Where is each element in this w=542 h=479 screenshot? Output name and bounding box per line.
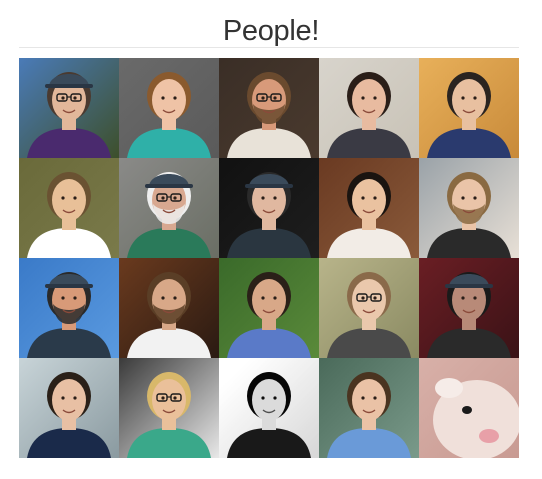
people-grid <box>19 58 519 458</box>
person-eye <box>61 396 65 400</box>
person-eye <box>161 396 165 400</box>
person-eye <box>473 196 477 200</box>
person-eye <box>61 296 65 300</box>
person-eye <box>273 96 277 100</box>
person-eye <box>461 96 465 100</box>
person-eye <box>161 96 165 100</box>
person-face <box>152 79 186 121</box>
person-portrait <box>219 158 319 258</box>
person-photo[interactable] <box>219 158 319 258</box>
animal-eye <box>462 406 472 414</box>
hat-brim <box>245 184 293 188</box>
person-portrait <box>119 258 219 358</box>
person-portrait <box>19 158 119 258</box>
person-eye <box>373 296 377 300</box>
person-photo[interactable] <box>19 258 119 358</box>
person-portrait <box>119 158 219 258</box>
person-eye <box>173 196 177 200</box>
person-photo[interactable] <box>419 58 519 158</box>
animal-nose <box>479 429 499 443</box>
person-eye <box>73 296 77 300</box>
hat-brim <box>45 84 93 88</box>
person-photo[interactable] <box>319 58 419 158</box>
person-photo[interactable] <box>419 158 519 258</box>
person-eye <box>173 96 177 100</box>
person-photo[interactable] <box>219 58 319 158</box>
person-photo[interactable] <box>19 58 119 158</box>
person-eye <box>361 296 365 300</box>
hat-brim <box>145 184 193 188</box>
page-title: People! <box>222 15 320 47</box>
person-eye <box>73 196 77 200</box>
person-eye <box>261 96 265 100</box>
person-photo[interactable] <box>119 358 219 458</box>
person-portrait <box>319 158 419 258</box>
person-eye <box>361 396 365 400</box>
person-eye <box>173 296 177 300</box>
person-portrait <box>119 358 219 458</box>
person-portrait <box>119 58 219 158</box>
person-eye <box>473 296 477 300</box>
person-portrait <box>19 358 119 458</box>
person-face <box>352 179 386 221</box>
person-face <box>52 379 86 421</box>
person-eye <box>161 196 165 200</box>
person-eye <box>273 296 277 300</box>
person-face <box>252 379 286 421</box>
person-face <box>452 79 486 121</box>
person-eye <box>273 196 277 200</box>
person-eye <box>373 96 377 100</box>
person-photo[interactable] <box>219 358 319 458</box>
person-portrait <box>419 58 519 158</box>
person-eye <box>73 96 77 100</box>
person-photo[interactable] <box>419 358 519 458</box>
person-eye <box>461 296 465 300</box>
person-eye <box>461 196 465 200</box>
person-portrait <box>419 258 519 358</box>
person-photo[interactable] <box>319 258 419 358</box>
person-face <box>352 379 386 421</box>
hat-brim <box>45 284 93 288</box>
person-photo[interactable] <box>219 258 319 358</box>
person-face <box>52 179 86 221</box>
person-photo[interactable] <box>319 358 419 458</box>
person-eye <box>173 396 177 400</box>
person-portrait <box>19 58 119 158</box>
person-portrait <box>219 358 319 458</box>
person-eye <box>373 196 377 200</box>
person-eye <box>73 396 77 400</box>
person-portrait <box>319 58 419 158</box>
person-face <box>352 79 386 121</box>
person-eye <box>361 196 365 200</box>
person-face <box>252 279 286 321</box>
animal-ear <box>435 378 463 398</box>
person-eye <box>261 296 265 300</box>
person-portrait <box>319 358 419 458</box>
person-photo[interactable] <box>119 58 219 158</box>
person-photo[interactable] <box>419 258 519 358</box>
person-photo[interactable] <box>19 158 119 258</box>
person-portrait <box>319 258 419 358</box>
people-page: People! <box>0 0 542 479</box>
person-eye <box>161 296 165 300</box>
person-portrait <box>419 158 519 258</box>
person-photo[interactable] <box>19 358 119 458</box>
person-portrait <box>219 58 319 158</box>
person-eye <box>473 96 477 100</box>
person-portrait <box>219 258 319 358</box>
person-eye <box>261 396 265 400</box>
person-eye <box>61 96 65 100</box>
person-eye <box>273 396 277 400</box>
person-eye <box>373 396 377 400</box>
title-divider <box>19 47 519 48</box>
person-photo[interactable] <box>119 158 219 258</box>
person-eye <box>61 196 65 200</box>
person-eye <box>261 196 265 200</box>
person-portrait <box>419 358 519 458</box>
person-photo[interactable] <box>119 258 219 358</box>
person-portrait <box>19 258 119 358</box>
person-eye <box>361 96 365 100</box>
person-photo[interactable] <box>319 158 419 258</box>
hat-brim <box>445 284 493 288</box>
